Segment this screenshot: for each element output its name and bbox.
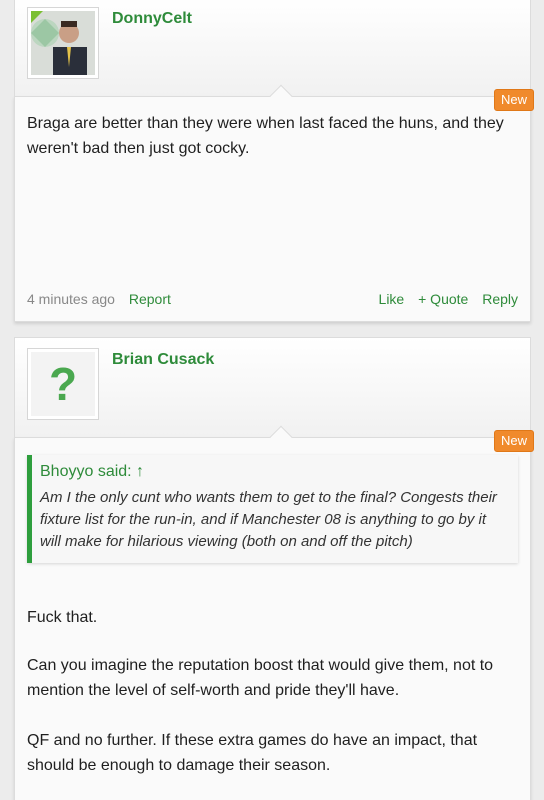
post: ? Brian Cusack New Bhoyyo said: ↑ Am I t… xyxy=(14,337,534,800)
like-button[interactable]: Like xyxy=(379,291,405,307)
quote-author[interactable]: Bhoyyo said: ↑ xyxy=(40,463,508,481)
message-paragraph: Fuck that. xyxy=(27,609,98,626)
post-header: DonnyCelt xyxy=(14,0,531,108)
message-paragraph: QF and no further. If these extra games … xyxy=(27,732,478,774)
avatar[interactable] xyxy=(27,7,99,79)
quote-text: Am I the only cunt who wants them to get… xyxy=(40,489,497,550)
new-badge: New xyxy=(493,89,534,111)
post-body: New Braga are better than they were when… xyxy=(14,89,534,322)
post-body: New Bhoyyo said: ↑ Am I the only cunt wh… xyxy=(14,430,534,800)
new-badge: New xyxy=(493,430,534,452)
username[interactable]: DonnyCelt xyxy=(112,10,192,28)
message-paragraph: Can you imagine the reputation boost tha… xyxy=(27,657,494,699)
message-text: Braga are better than they were when las… xyxy=(27,115,504,157)
post-footer: 4 minutes ago Report Like + Quote Reply xyxy=(27,291,518,307)
avatar[interactable]: ? xyxy=(27,348,99,420)
quote-button[interactable]: + Quote xyxy=(418,291,468,307)
post-header: ? Brian Cusack xyxy=(14,337,531,449)
post-time[interactable]: 4 minutes ago xyxy=(27,291,115,307)
avatar-image xyxy=(31,11,95,75)
question-mark-icon: ? xyxy=(48,358,78,410)
report-link[interactable]: Report xyxy=(129,291,171,307)
reply-button[interactable]: Reply xyxy=(482,291,518,307)
quote-block: Bhoyyo said: ↑ Am I the only cunt who wa… xyxy=(27,455,518,563)
username[interactable]: Brian Cusack xyxy=(112,351,214,369)
post: DonnyCelt New Braga are better than they… xyxy=(14,0,534,322)
